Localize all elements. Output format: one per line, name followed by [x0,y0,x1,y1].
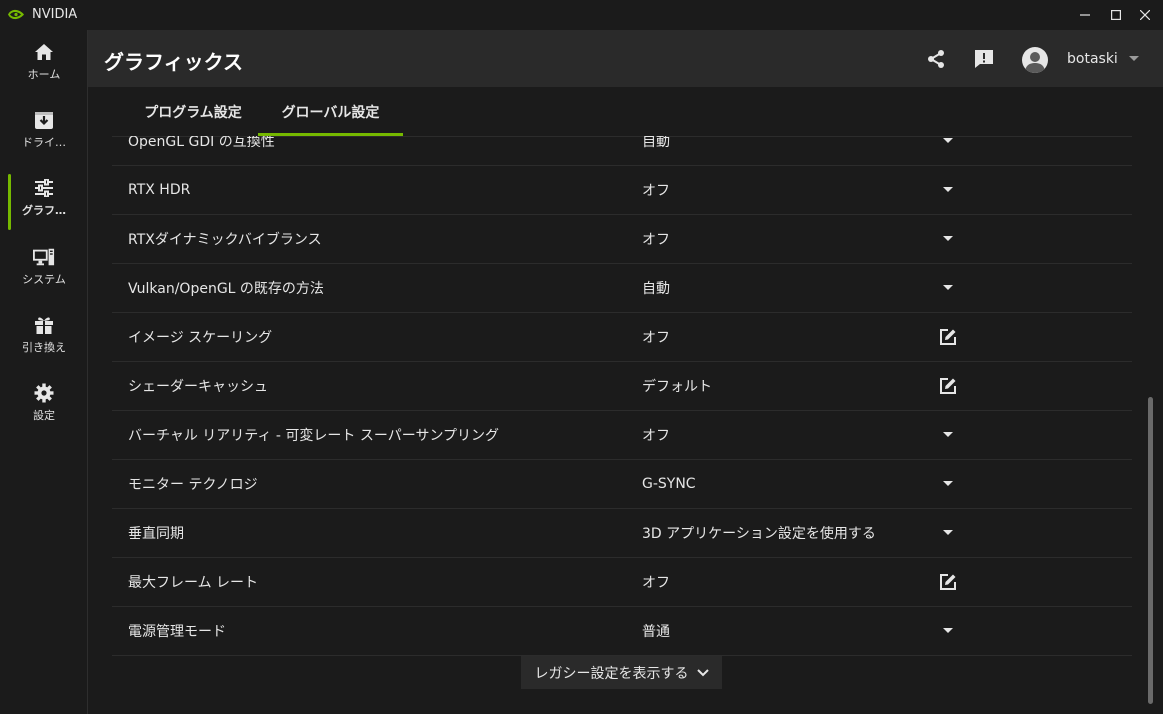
page-title: グラフィックス [104,50,243,74]
left-navigation: ホーム ドライ… グラフ… システム 引き換え 設定 [0,30,88,714]
setting-value[interactable]: オフ [642,411,670,459]
nav-item-graphics[interactable]: グラフ… [0,166,88,230]
close-icon [1140,10,1150,20]
nav-label-redeem: 引き換え [22,340,66,354]
tab-label: グローバル設定 [281,104,380,121]
show-legacy-settings-button[interactable]: レガシー設定を表示する [521,656,722,689]
settings-list: OpenGL GDI の互換性 自動 RTX HDR オフ RTXダイナミックバ… [88,136,1145,714]
nav-label-drivers: ドライ… [22,135,66,149]
setting-label: RTXダイナミックバイブランス [128,232,322,248]
chevron-down-icon[interactable] [938,180,958,200]
nav-item-home[interactable]: ホーム [0,30,88,92]
nav-item-system[interactable]: システム [0,235,88,297]
gear-icon [33,382,55,404]
setting-row: 最大フレーム レート オフ [112,558,1132,607]
setting-label: モニター テクノロジ [128,477,258,493]
setting-row: RTX HDR オフ [112,166,1132,215]
setting-row: シェーダーキャッシュ デフォルト [112,362,1132,411]
setting-row: OpenGL GDI の互換性 自動 [112,136,1132,166]
setting-value[interactable]: G-SYNC [642,460,696,508]
nav-label-graphics: グラフ… [22,203,66,217]
share-icon [928,50,944,68]
chevron-down-icon[interactable] [938,229,958,249]
tab-label: プログラム設定 [144,104,242,121]
share-button[interactable] [923,46,949,72]
system-monitor-icon [33,246,55,268]
setting-label: バーチャル リアリティ - 可変レート スーパーサンプリング [128,428,500,444]
title-bar: NVIDIA [0,0,1163,30]
nvidia-logo-icon [8,9,24,20]
setting-label: シェーダーキャッシュ [128,379,268,395]
chevron-down-icon[interactable] [938,425,958,445]
minimize-button[interactable] [1068,0,1102,30]
chevron-down-icon[interactable] [938,474,958,494]
setting-value: デフォルト [642,379,712,395]
nav-label-settings: 設定 [33,408,55,422]
avatar[interactable] [1022,47,1048,73]
chevron-down-icon[interactable] [938,523,958,543]
home-icon [33,41,55,63]
tab-bar: プログラム設定 グローバル設定 [88,87,1163,136]
maximize-icon [1111,10,1121,20]
chevron-down-icon[interactable] [938,136,958,151]
chevron-down-icon[interactable] [1129,56,1139,62]
setting-label: OpenGL GDI の互換性 [128,136,275,150]
legacy-button-label: レガシー設定を表示する [534,665,689,682]
chevron-down-icon[interactable] [938,621,958,641]
feedback-button[interactable] [971,46,997,72]
minimize-icon [1080,14,1090,16]
gift-icon [33,314,55,336]
setting-value[interactable]: 自動 [642,136,670,165]
setting-value: オフ [642,330,670,346]
setting-row: イメージ スケーリング オフ [112,313,1132,362]
setting-value[interactable]: オフ [642,166,670,214]
chevron-down-icon [696,668,709,676]
edit-icon[interactable] [938,376,958,396]
sliders-icon [33,177,55,199]
setting-row: バーチャル リアリティ - 可変レート スーパーサンプリング オフ [112,411,1132,460]
setting-row: モニター テクノロジ G-SYNC [112,460,1132,509]
user-avatar-icon [1025,52,1045,73]
setting-label: Vulkan/OpenGL の既存の方法 [128,281,324,297]
driver-download-icon [33,109,55,131]
setting-label: RTX HDR [128,182,191,198]
tab-global-settings[interactable]: グローバル設定 [258,87,403,136]
nav-item-settings[interactable]: 設定 [0,371,88,433]
close-button[interactable] [1128,0,1162,30]
scrollbar-thumb[interactable] [1148,397,1153,704]
setting-label: 最大フレーム レート [128,575,259,591]
setting-value: オフ [642,575,670,591]
setting-value[interactable]: 自動 [642,264,670,312]
nav-item-drivers[interactable]: ドライ… [0,98,88,160]
setting-row: 電源管理モード 普通 [112,607,1132,656]
setting-value[interactable]: 3D アプリケーション設定を使用する [642,509,876,557]
setting-row: 垂直同期 3D アプリケーション設定を使用する [112,509,1132,558]
setting-label: 電源管理モード [128,624,226,640]
edit-icon[interactable] [938,327,958,347]
setting-label: イメージ スケーリング [128,330,273,346]
page-header: グラフィックス botaski [88,30,1163,87]
app-title: NVIDIA [32,7,78,22]
setting-row: Vulkan/OpenGL の既存の方法 自動 [112,264,1132,313]
tab-program-settings[interactable]: プログラム設定 [126,87,260,136]
nav-item-redeem[interactable]: 引き換え [0,303,88,365]
setting-value[interactable]: 普通 [642,607,670,655]
setting-value[interactable]: オフ [642,215,670,263]
chevron-down-icon[interactable] [938,278,958,298]
nav-label-system: システム [22,272,66,286]
username[interactable]: botaski [1067,51,1118,67]
setting-label: 垂直同期 [128,526,184,542]
feedback-icon [975,50,993,68]
edit-icon[interactable] [938,572,958,592]
nav-label-home: ホーム [27,67,61,81]
setting-row: RTXダイナミックバイブランス オフ [112,215,1132,264]
